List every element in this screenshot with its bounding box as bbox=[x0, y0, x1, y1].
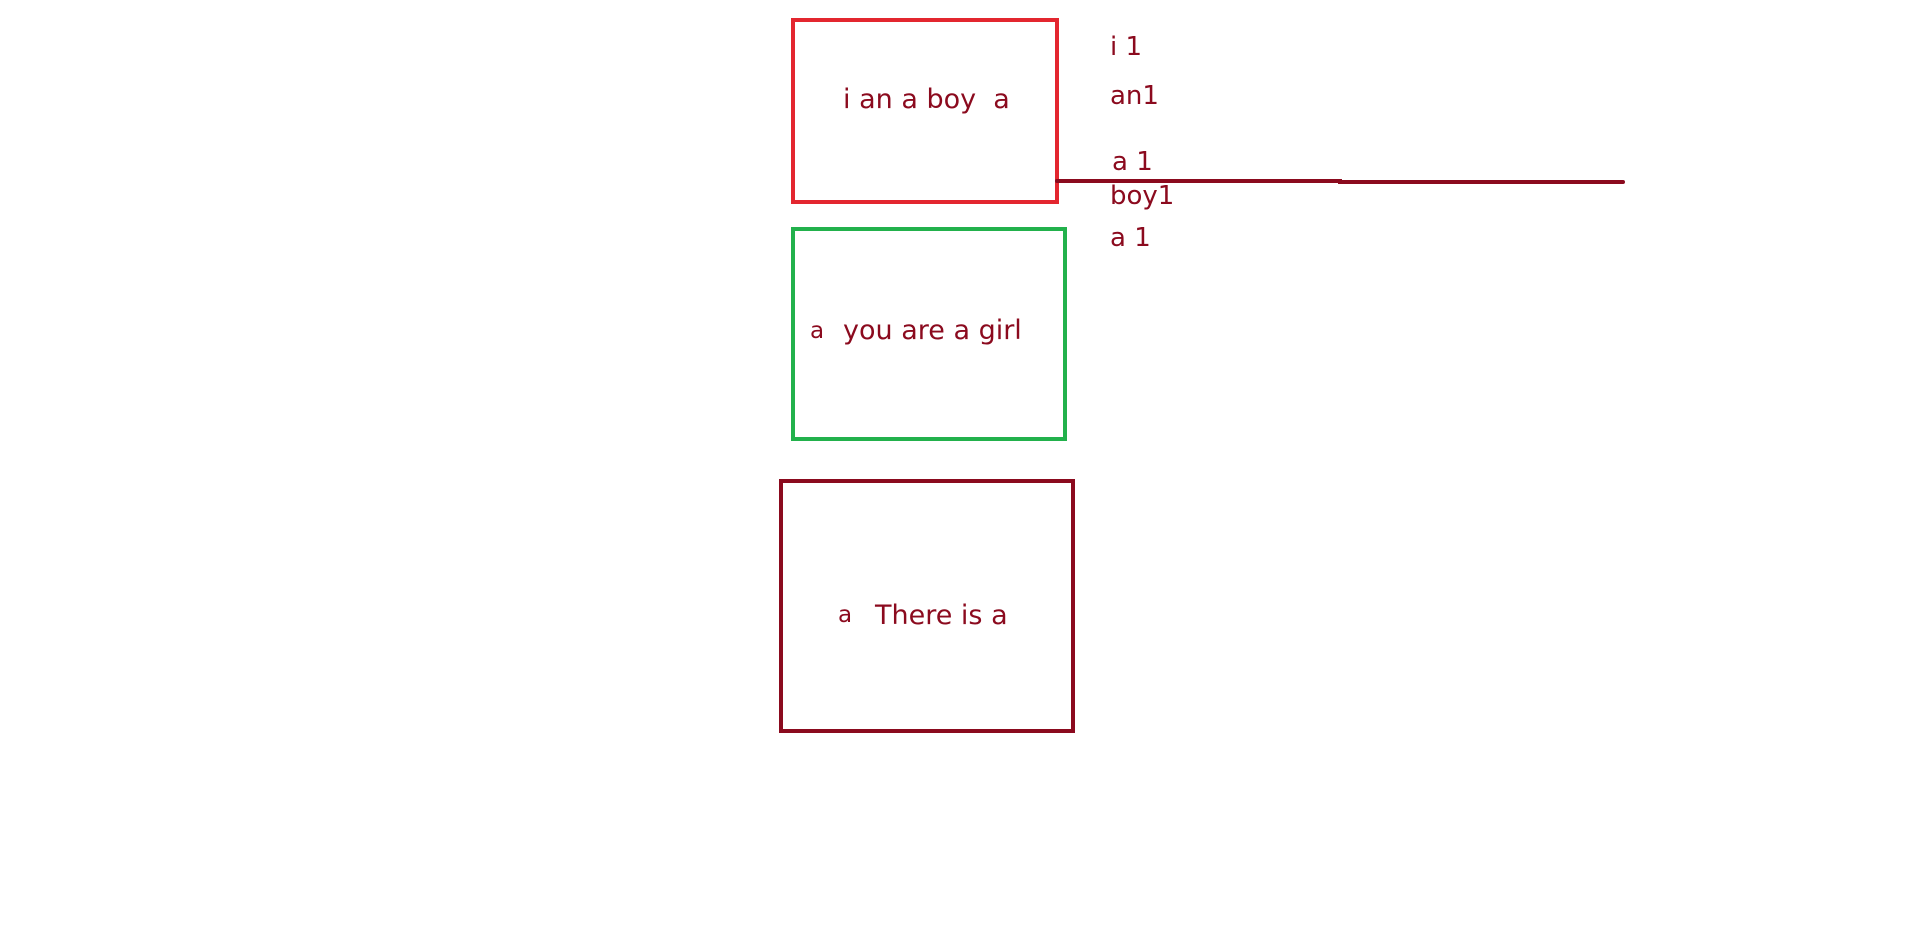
diagram-canvas: i an a boy a a you are a girl a There is… bbox=[779, 18, 1625, 733]
word-count-label: a 1 bbox=[1112, 147, 1153, 177]
word-count-label: boy1 bbox=[1110, 181, 1174, 211]
box-sentence-2-text: you are a girl bbox=[843, 315, 1022, 346]
box-sentence-3-side-label: a bbox=[838, 602, 852, 628]
word-count-label: i 1 bbox=[1110, 32, 1142, 62]
word-count-label: a 1 bbox=[1110, 223, 1151, 253]
box-sentence-3-text: There is a bbox=[874, 600, 1008, 631]
box-sentence-1-text: i an a boy a bbox=[843, 84, 1010, 115]
box-sentence-2-side-label: a bbox=[810, 318, 824, 344]
word-count-label: an1 bbox=[1110, 81, 1159, 111]
connector-line bbox=[1055, 179, 1625, 184]
